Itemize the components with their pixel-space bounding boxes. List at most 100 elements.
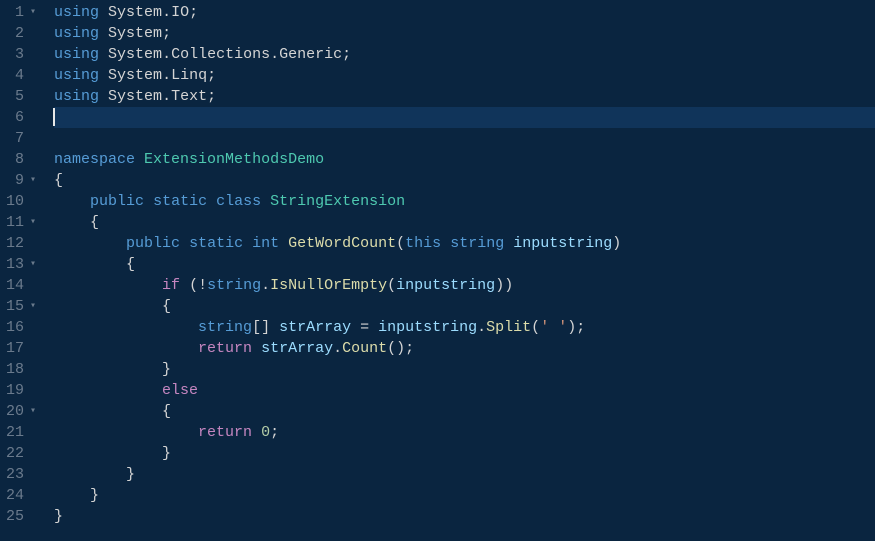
code-area[interactable]: using System.IO;using System;using Syste… — [46, 0, 875, 541]
fold-icon[interactable]: ▾ — [28, 296, 38, 317]
token-punct — [54, 445, 162, 462]
token-ident: Generic — [279, 46, 342, 63]
token-ident: System — [108, 67, 162, 84]
code-line[interactable]: } — [54, 506, 875, 527]
token-ident: Collections — [171, 46, 270, 63]
code-line[interactable]: } — [54, 443, 875, 464]
token-punct — [54, 340, 198, 357]
token-punct: ); — [567, 319, 585, 336]
token-punct: } — [90, 487, 99, 504]
token-ident: Linq — [171, 67, 207, 84]
token-param: strArray — [261, 340, 333, 357]
token-class: StringExtension — [270, 193, 405, 210]
fold-icon[interactable]: ▾ — [28, 2, 38, 23]
line-number: 8 — [6, 149, 38, 170]
line-number-text: 19 — [6, 380, 24, 401]
code-line[interactable]: using System.Linq; — [54, 65, 875, 86]
code-line[interactable] — [54, 128, 875, 149]
code-line[interactable]: { — [54, 212, 875, 233]
code-line[interactable]: public static int GetWordCount(this stri… — [54, 233, 875, 254]
line-number-text: 13 — [6, 254, 24, 275]
code-line[interactable]: string[] strArray = inputstring.Split(' … — [54, 317, 875, 338]
code-line[interactable]: using System.Collections.Generic; — [54, 44, 875, 65]
code-line[interactable]: if (!string.IsNullOrEmpty(inputstring)) — [54, 275, 875, 296]
fold-icon[interactable]: ▾ — [28, 170, 38, 191]
token-keyword: string — [450, 235, 504, 252]
code-line[interactable]: { — [54, 401, 875, 422]
line-number: 2 — [6, 23, 38, 44]
line-number-text: 18 — [6, 359, 24, 380]
token-punct — [54, 256, 126, 273]
token-punct — [54, 235, 126, 252]
token-punct — [144, 193, 153, 210]
line-number: 9▾ — [6, 170, 38, 191]
token-punct — [99, 46, 108, 63]
token-keyword: using — [54, 67, 99, 84]
token-keyword: using — [54, 88, 99, 105]
line-number-text: 10 — [6, 191, 24, 212]
line-number: 7 — [6, 128, 38, 149]
token-param: inputstring — [378, 319, 477, 336]
token-method: IsNullOrEmpty — [270, 277, 387, 294]
token-punct — [99, 25, 108, 42]
line-number: 4 — [6, 65, 38, 86]
token-punct: { — [162, 298, 171, 315]
token-keyword: namespace — [54, 151, 135, 168]
token-class: ExtensionMethodsDemo — [144, 151, 324, 168]
token-ident: System — [108, 25, 162, 42]
token-keyword2: return — [198, 340, 252, 357]
token-punct: } — [162, 361, 171, 378]
token-punct — [135, 151, 144, 168]
token-keyword: this — [405, 235, 441, 252]
code-line[interactable]: } — [54, 485, 875, 506]
line-number: 24 — [6, 485, 38, 506]
line-number-text: 15 — [6, 296, 24, 317]
token-keyword: using — [54, 25, 99, 42]
token-punct — [252, 424, 261, 441]
token-ident: System — [108, 4, 162, 21]
token-punct — [180, 235, 189, 252]
token-ident: Text — [171, 88, 207, 105]
token-punct: )) — [495, 277, 513, 294]
token-punct: . — [162, 67, 171, 84]
token-punct: { — [54, 172, 63, 189]
code-line[interactable]: { — [54, 296, 875, 317]
code-line[interactable]: { — [54, 254, 875, 275]
token-punct — [207, 193, 216, 210]
code-line[interactable]: else — [54, 380, 875, 401]
token-punct: = — [351, 319, 378, 336]
code-line[interactable]: { — [54, 170, 875, 191]
code-line[interactable]: using System.Text; — [54, 86, 875, 107]
line-number-text: 14 — [6, 275, 24, 296]
line-number: 19 — [6, 380, 38, 401]
token-punct: . — [162, 46, 171, 63]
token-punct — [54, 193, 90, 210]
code-line[interactable]: public static class StringExtension — [54, 191, 875, 212]
code-line[interactable]: return strArray.Count(); — [54, 338, 875, 359]
fold-icon[interactable]: ▾ — [28, 254, 38, 275]
code-editor[interactable]: 1▾23456789▾1011▾1213▾1415▾1617181920▾212… — [0, 0, 875, 541]
code-line[interactable]: } — [54, 359, 875, 380]
token-keyword: public — [126, 235, 180, 252]
code-line[interactable]: } — [54, 464, 875, 485]
token-punct: ) — [612, 235, 621, 252]
token-punct: . — [261, 277, 270, 294]
line-number-gutter: 1▾23456789▾1011▾1213▾1415▾1617181920▾212… — [0, 0, 46, 541]
token-keyword: string — [198, 319, 252, 336]
token-keyword: class — [216, 193, 261, 210]
code-line[interactable]: namespace ExtensionMethodsDemo — [54, 149, 875, 170]
token-punct — [54, 403, 162, 420]
code-line[interactable]: using System; — [54, 23, 875, 44]
line-number-text: 4 — [15, 65, 24, 86]
code-line[interactable]: return 0; — [54, 422, 875, 443]
token-param: inputstring — [513, 235, 612, 252]
fold-icon[interactable]: ▾ — [28, 401, 38, 422]
fold-icon[interactable]: ▾ — [28, 212, 38, 233]
line-number-text: 20 — [6, 401, 24, 422]
token-punct: [] — [252, 319, 279, 336]
code-line[interactable]: using System.IO; — [54, 2, 875, 23]
text-cursor — [53, 108, 55, 126]
line-number: 13▾ — [6, 254, 38, 275]
line-number-text: 16 — [6, 317, 24, 338]
code-line[interactable] — [54, 107, 875, 128]
